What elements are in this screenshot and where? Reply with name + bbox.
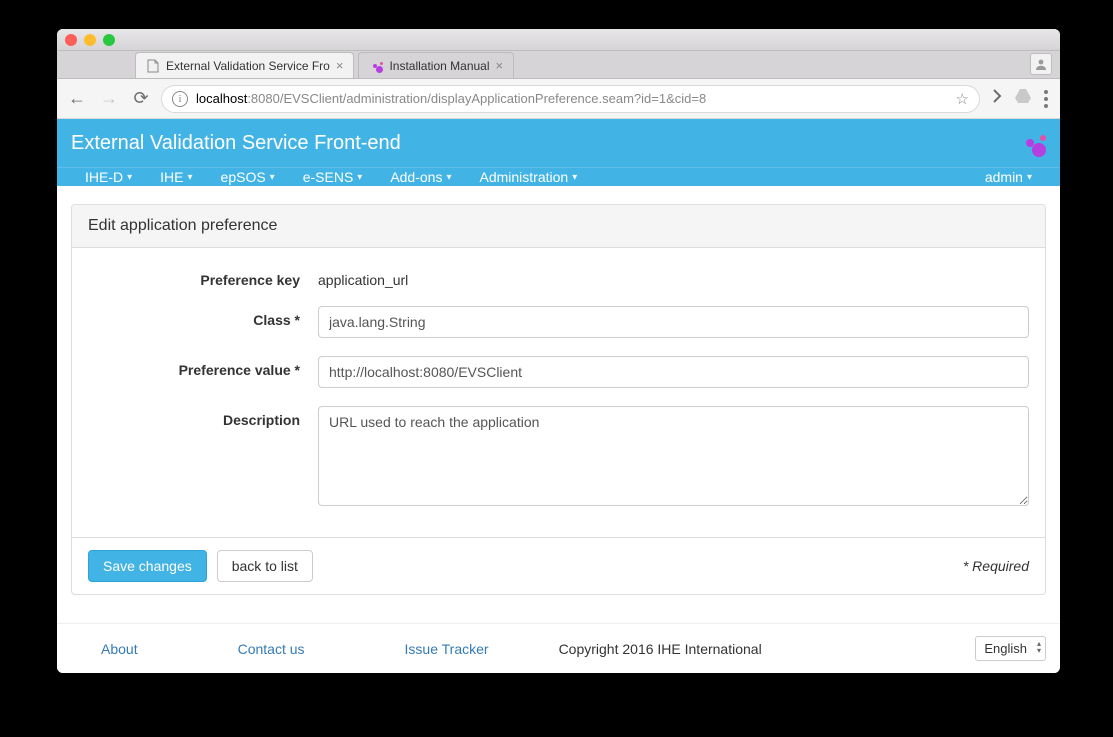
window-zoom-button[interactable] xyxy=(103,34,115,46)
required-note: * Required xyxy=(963,558,1029,574)
panel-body: Preference key application_url Class * P… xyxy=(72,248,1045,537)
tab-close-icon[interactable]: × xyxy=(336,58,344,73)
footer-link-issue-tracker[interactable]: Issue Tracker xyxy=(375,641,519,657)
url-path: :8080/EVSClient/administration/displayAp… xyxy=(247,91,706,106)
bookmark-star-icon[interactable]: ☆ xyxy=(956,90,969,108)
footer-link-contact[interactable]: Contact us xyxy=(208,641,335,657)
footer-copyright: Copyright 2016 IHE International xyxy=(559,641,762,657)
chrome-top: External Validation Service Fro × Instal… xyxy=(57,29,1060,79)
row-class: Class * xyxy=(88,306,1029,338)
label-preference-value: Preference value * xyxy=(88,356,318,378)
page-content: External Validation Service Front-end IH… xyxy=(57,119,1060,673)
label-description: Description xyxy=(88,406,318,428)
nav-item-administration[interactable]: Administration▾ xyxy=(466,168,592,186)
profile-button[interactable] xyxy=(1030,53,1052,75)
nav-label: Add-ons xyxy=(390,169,442,185)
browser-toolbar: ← → ⟳ i localhost:8080/EVSClient/adminis… xyxy=(57,79,1060,119)
browser-menu-button[interactable] xyxy=(1040,90,1052,108)
nav-label: e-SENS xyxy=(303,169,354,185)
browser-tab-title: Installation Manual xyxy=(389,59,489,73)
footer-link-about[interactable]: About xyxy=(71,641,168,657)
caret-down-icon: ▾ xyxy=(572,172,577,183)
app-navbar: IHE-D▾ IHE▾ epSOS▾ e-SENS▾ Add-ons▾ Admi… xyxy=(57,167,1060,186)
language-value: English xyxy=(984,641,1027,656)
nav-item-esens[interactable]: e-SENS▾ xyxy=(289,168,377,186)
save-button[interactable]: Save changes xyxy=(88,550,207,582)
panel-heading: Edit application preference xyxy=(72,205,1045,248)
caret-down-icon: ▾ xyxy=(188,172,193,183)
row-description: Description xyxy=(88,406,1029,511)
nav-item-addons[interactable]: Add-ons ▾ xyxy=(376,168,465,186)
drive-extension-icon[interactable] xyxy=(1014,89,1032,108)
nav-label: epSOS xyxy=(221,169,266,185)
panel-footer: Save changes back to list * Required xyxy=(72,537,1045,594)
site-info-icon[interactable]: i xyxy=(172,91,188,107)
nav-user-menu[interactable]: admin ▾ xyxy=(971,168,1046,186)
row-preference-key: Preference key application_url xyxy=(88,266,1029,288)
app-footer: About Contact us Issue Tracker Copyright… xyxy=(57,623,1060,673)
browser-window: External Validation Service Fro × Instal… xyxy=(57,29,1060,673)
row-preference-value: Preference value * xyxy=(88,356,1029,388)
label-class: Class * xyxy=(88,306,318,328)
input-preference-value[interactable] xyxy=(318,356,1029,388)
brand-logo-icon xyxy=(1018,129,1046,157)
window-close-button[interactable] xyxy=(65,34,77,46)
app-title: External Validation Service Front-end xyxy=(71,132,401,155)
browser-tab[interactable]: Installation Manual × xyxy=(358,52,514,78)
edit-preference-panel: Edit application preference Preference k… xyxy=(71,204,1046,595)
caret-down-icon: ▾ xyxy=(270,172,275,183)
page-favicon-icon xyxy=(146,59,160,73)
page-favicon-icon xyxy=(369,59,383,73)
input-class[interactable] xyxy=(318,306,1029,338)
url-host: localhost xyxy=(196,91,247,106)
caret-down-icon: ▾ xyxy=(127,172,132,183)
nav-label: Administration xyxy=(480,169,569,185)
window-titlebar xyxy=(57,29,1060,51)
browser-tab[interactable]: External Validation Service Fro × xyxy=(135,52,354,78)
nav-item-ihe[interactable]: IHE ▾ xyxy=(146,168,206,186)
extension-icon[interactable] xyxy=(988,88,1006,109)
content-area: Edit application preference Preference k… xyxy=(57,186,1060,623)
caret-down-icon: ▾ xyxy=(1027,172,1032,183)
nav-item-ihe-d[interactable]: IHE-D ▾ xyxy=(71,168,146,186)
nav-label: IHE-D xyxy=(85,169,123,185)
tab-close-icon[interactable]: × xyxy=(496,58,504,73)
nav-label: IHE xyxy=(160,169,183,185)
reload-button[interactable]: ⟳ xyxy=(129,88,153,109)
forward-button[interactable]: → xyxy=(97,88,121,109)
url-text: localhost:8080/EVSClient/administration/… xyxy=(196,91,706,106)
label-preference-key: Preference key xyxy=(88,266,318,288)
app-header: External Validation Service Front-end xyxy=(57,119,1060,167)
value-preference-key: application_url xyxy=(318,266,1029,288)
select-arrows-icon: ▴▾ xyxy=(1037,640,1041,654)
back-button[interactable]: ← xyxy=(65,88,89,109)
window-minimize-button[interactable] xyxy=(84,34,96,46)
language-select[interactable]: English ▴▾ xyxy=(975,636,1046,661)
caret-down-icon: ▾ xyxy=(357,172,362,183)
browser-tabstrip: External Validation Service Fro × Instal… xyxy=(57,51,1060,79)
nav-item-epsos[interactable]: epSOS ▾ xyxy=(207,168,289,186)
nav-user-label: admin xyxy=(985,169,1023,185)
caret-down-icon: ▾ xyxy=(446,172,451,183)
browser-tab-title: External Validation Service Fro xyxy=(166,59,330,73)
address-bar[interactable]: i localhost:8080/EVSClient/administratio… xyxy=(161,85,980,113)
back-to-list-button[interactable]: back to list xyxy=(217,550,313,582)
input-description[interactable] xyxy=(318,406,1029,506)
